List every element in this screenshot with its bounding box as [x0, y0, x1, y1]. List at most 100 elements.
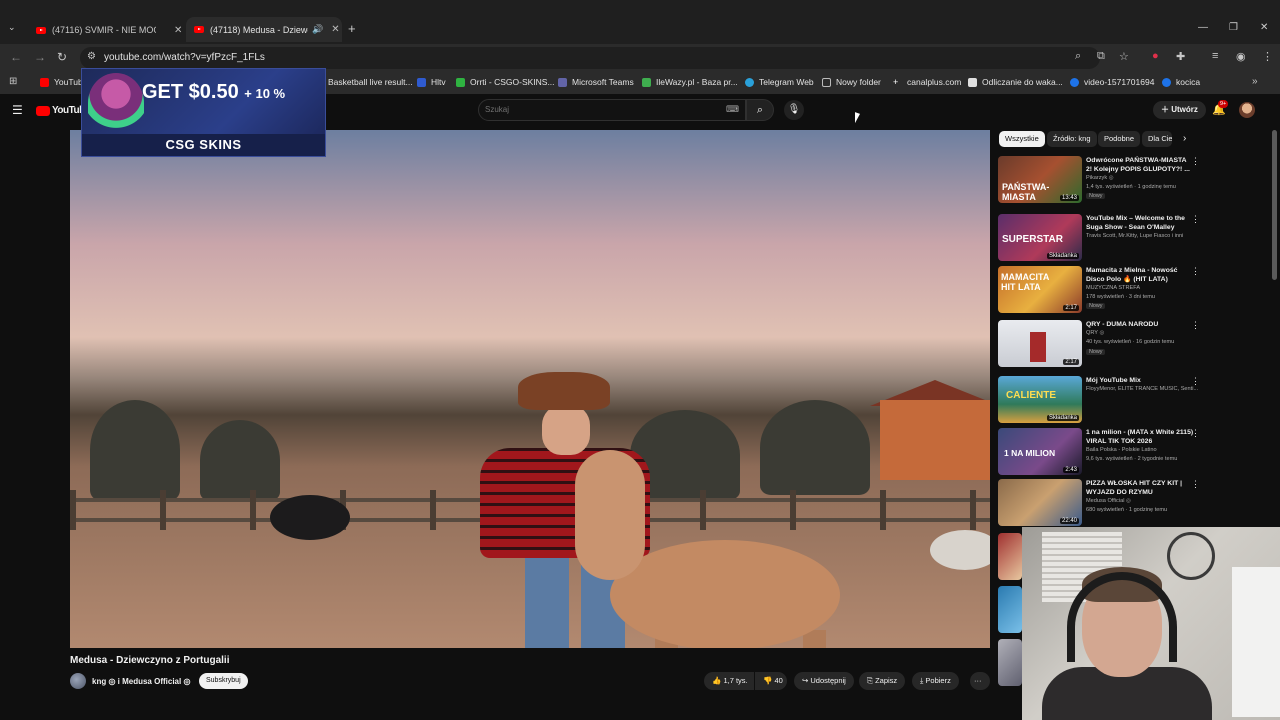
site-info-icon[interactable]: ⚙ [87, 51, 96, 62]
extension-icon[interactable]: ● [1152, 50, 1159, 62]
url-text[interactable]: youtube.com/watch?v=yfPzcF_1FLs [104, 52, 265, 63]
audio-playing-icon[interactable]: 🔊 [312, 24, 323, 35]
chip-related[interactable]: Podobne [1098, 131, 1141, 147]
bookmark-video[interactable]: video-1571701694 [1070, 77, 1154, 87]
chip-from-channel[interactable]: Źródło: kng [1047, 131, 1097, 147]
bookmark-teams[interactable]: Microsoft Teams [558, 77, 634, 87]
recommendation-thumbnail[interactable] [998, 586, 1022, 633]
close-tab-icon[interactable]: ✕ [174, 25, 182, 36]
bookmark-star-icon[interactable]: ☆ [1119, 50, 1129, 63]
maximize-window-icon[interactable]: ❐ [1229, 22, 1238, 33]
recommendation-channel[interactable]: QRY ◎ [1086, 330, 1204, 336]
recommendation-menu-icon[interactable]: ⋮ [1191, 479, 1200, 490]
bookmark-hltv[interactable]: Hltv [417, 77, 446, 87]
recommendation-item[interactable]: PAŃSTWA-MIASTA 13:43 Odwrócone PAŃSTWA-M… [998, 156, 1203, 206]
media-controls-icon[interactable]: ≡ [1212, 50, 1218, 62]
recommendation-thumbnail[interactable]: 2:17 [998, 320, 1082, 367]
bookmark-orrti[interactable]: Orrti - CSGO-SKINS... [456, 77, 555, 87]
user-avatar[interactable] [1239, 102, 1255, 118]
bookmark-ilewazy[interactable]: IleWazy.pl - Baza pr... [642, 77, 738, 87]
new-tab-button[interactable]: + [348, 21, 356, 36]
more-actions-button[interactable]: ··· [970, 672, 990, 690]
search-input[interactable]: Szukaj ⌨ [478, 99, 746, 121]
recommendation-title[interactable]: PIZZA WŁOSKA HIT CZY KIT | WYJAZD DO RZY… [1086, 479, 1194, 497]
sidebar-scrollbar[interactable] [1272, 130, 1277, 280]
bookmark-basketball[interactable]: Basketball live result... [328, 77, 413, 87]
recommendation-item[interactable]: 2:17 QRY - DUMA NARODU QRY ◎ 40 tys. wyś… [998, 320, 1203, 370]
recommendation-item[interactable]: CALIENTE Składanka Mój YouTube Mix Floyy… [998, 376, 1203, 426]
recommendation-menu-icon[interactable]: ⋮ [1191, 320, 1200, 331]
recommendation-thumbnail[interactable] [998, 533, 1022, 580]
recommendation-thumbnail[interactable] [998, 639, 1022, 686]
more-bookmarks-icon[interactable]: » [1252, 76, 1258, 87]
address-bar[interactable]: ⚙ youtube.com/watch?v=yfPzcF_1FLs [80, 47, 1100, 69]
share-button[interactable]: ↪ Udostępnij [794, 672, 854, 690]
create-button[interactable]: ＋ Utwórz [1153, 101, 1206, 119]
channel-avatar[interactable] [70, 673, 86, 689]
recommendation-title[interactable]: YouTube Mix – Welcome to the Suga Show -… [1086, 214, 1194, 232]
recommendation-channel[interactable]: MUZYCZNA STREFA [1086, 285, 1204, 291]
bookmark-youtube[interactable]: YouTub [40, 77, 83, 87]
recommendation-thumbnail[interactable]: SUPERSTAR Składanka [998, 214, 1082, 261]
recommendation-channel[interactable]: FloyyMenor, ELITE TRANCE MUSIC, Senti... [1086, 386, 1204, 392]
bookmark-folder[interactable]: Nowy folder [822, 77, 881, 87]
recommendation-title[interactable]: Mój YouTube Mix [1086, 376, 1194, 385]
recommendation-channel[interactable]: Baila Polska - Polskie Latino [1086, 447, 1204, 453]
recommendation-thumbnail[interactable]: 1 NA MILION 2:43 [998, 428, 1082, 475]
channel-name[interactable]: kng ◎ i Medusa Official ◎ [92, 677, 190, 686]
tab-search-icon[interactable]: ⌄ [8, 22, 16, 33]
zoom-icon[interactable]: ⌕ [1075, 50, 1081, 63]
recommendation-title[interactable]: 1 na milion - (MATA x White 2115) VIRAL … [1086, 428, 1194, 446]
voice-search-button[interactable]: 🎙 [784, 100, 804, 120]
recommendation-title[interactable]: Mamacita z Mielna - Nowość Disco Polo 🔥 … [1086, 266, 1194, 284]
download-button[interactable]: ⤓ Pobierz [912, 672, 959, 690]
bookmark-telegram[interactable]: Telegram Web [745, 77, 814, 87]
back-icon[interactable]: ← [10, 50, 22, 64]
recommendation-item[interactable]: 22:40 PIZZA WŁOSKA HIT CZY KIT | WYJAZD … [998, 479, 1203, 529]
chip-all[interactable]: Wszystkie [999, 131, 1045, 147]
recommendation-thumbnail[interactable]: 22:40 [998, 479, 1082, 526]
menu-hamburger-icon[interactable]: ☰ [12, 103, 23, 117]
reload-icon[interactable]: ↻ [57, 50, 67, 64]
browser-menu-icon[interactable]: ⋮ [1262, 50, 1273, 63]
subscribe-button[interactable]: Subskrybuj [199, 673, 248, 689]
recommendation-title[interactable]: QRY - DUMA NARODU [1086, 320, 1194, 329]
like-button[interactable]: 👍 1,7 tys. [704, 672, 754, 690]
install-app-icon[interactable]: ⧉ [1097, 50, 1105, 63]
recommendation-menu-icon[interactable]: ⋮ [1191, 266, 1200, 277]
bookmark-kocica[interactable]: kocica [1162, 77, 1200, 87]
recommendation-item[interactable]: SUPERSTAR Składanka YouTube Mix – Welcom… [998, 214, 1203, 264]
recommendation-thumbnail[interactable]: CALIENTE Składanka [998, 376, 1082, 423]
chip-for-you[interactable]: Dla Cie [1142, 131, 1172, 147]
recommendation-menu-icon[interactable]: ⋮ [1191, 428, 1200, 439]
recommendation-channel[interactable]: Travis Scott, Mr.Kitty, Lupe Fiasco i in… [1086, 233, 1204, 239]
recommendation-thumbnail[interactable]: PAŃSTWA-MIASTA 13:43 [998, 156, 1082, 203]
recommendation-item[interactable]: MAMACITA HIT LATA 2:17 Mamacita z Mielna… [998, 266, 1203, 316]
recommendation-menu-icon[interactable]: ⋮ [1191, 156, 1200, 167]
close-window-icon[interactable]: ✕ [1260, 22, 1268, 33]
extensions-puzzle-icon[interactable]: ✚ [1176, 50, 1185, 63]
recommendation-menu-icon[interactable]: ⋮ [1191, 376, 1200, 387]
apps-grid-icon[interactable]: ⊞ [9, 76, 17, 87]
csgo-skins-ad[interactable]: GET $0.50 + 10 % CSG SKINS [81, 68, 326, 157]
bookmark-canalplus[interactable]: + canalplus.com [893, 77, 961, 87]
recommendation-item[interactable]: 1 NA MILION 2:43 1 na milion - (MATA x W… [998, 428, 1203, 478]
youtube-logo-icon[interactable] [36, 106, 50, 116]
recommendation-menu-icon[interactable]: ⋮ [1191, 214, 1200, 225]
save-button[interactable]: ⎘ Zapisz [859, 672, 906, 690]
recommendation-title[interactable]: Odwrócone PAŃSTWA-MIASTA 2! Kolejny POPI… [1086, 156, 1194, 174]
bookmark-odliczanie[interactable]: Odliczanie do waka... [968, 77, 1063, 87]
forward-icon[interactable]: → [34, 50, 46, 64]
recommendation-channel[interactable]: Pikarzyk ◎ [1086, 175, 1204, 181]
keyboard-icon[interactable]: ⌨ [726, 104, 739, 115]
search-button[interactable]: ⌕ [746, 99, 774, 121]
profile-icon[interactable]: ◉ [1236, 50, 1246, 63]
recommendation-thumbnail[interactable]: MAMACITA HIT LATA 2:17 [998, 266, 1082, 313]
recommendation-channel[interactable]: Medusa Official ◎ [1086, 498, 1204, 504]
video-player[interactable] [70, 130, 990, 648]
dislike-button[interactable]: 👎 40 [755, 672, 787, 690]
chips-next-icon[interactable]: › [1183, 133, 1186, 144]
tab-svmir[interactable]: (47116) SVMIR - NIE MOGĘ ✕ [28, 19, 183, 41]
tab-medusa[interactable]: (47118) Medusa - Dziewczy 🔊 ✕ [186, 17, 342, 42]
close-tab-icon[interactable]: ✕ [331, 24, 339, 35]
